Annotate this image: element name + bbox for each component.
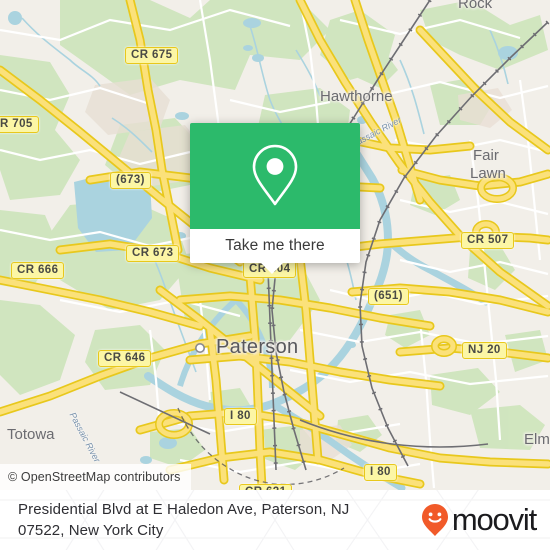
road-shield[interactable]: CR 673 — [126, 245, 180, 262]
road-shield[interactable]: I 80 — [364, 464, 397, 481]
map-screenshot: CR 675 R 705 (673) CR 673 CR 666 CR 507 … — [0, 0, 550, 550]
road-shield[interactable]: R 705 — [0, 116, 39, 133]
road-shield[interactable]: NJ 20 — [462, 342, 507, 359]
road-shield[interactable]: (651) — [368, 288, 409, 305]
road-shield[interactable]: I 80 — [224, 408, 257, 425]
popup-image-area — [190, 123, 360, 229]
road-shield[interactable]: CR 646 — [98, 350, 152, 367]
location-popup-card[interactable]: Take me there — [190, 123, 360, 263]
take-me-there-button[interactable]: Take me there — [190, 229, 360, 263]
road-shield[interactable]: CR 666 — [11, 262, 65, 279]
osm-attribution-text: © OpenStreetMap contributors — [8, 470, 181, 484]
station-address: Presidential Blvd at E Haledon Ave, Pate… — [18, 499, 349, 541]
moovit-pin-smile-icon — [421, 504, 448, 536]
road-shield[interactable]: CR 507 — [461, 232, 515, 249]
moovit-logo[interactable]: moovit — [421, 502, 537, 538]
take-me-there-label: Take me there — [225, 237, 325, 254]
osm-attribution[interactable]: © OpenStreetMap contributors — [0, 464, 191, 490]
footer-bar: Presidential Blvd at E Haledon Ave, Pate… — [0, 490, 550, 550]
address-line-1: Presidential Blvd at E Haledon Ave, Pate… — [18, 501, 350, 518]
road-shield[interactable]: (673) — [110, 172, 151, 189]
road-shield[interactable]: CR 675 — [125, 47, 179, 64]
moovit-wordmark: moovit — [451, 502, 537, 537]
popup-pointer-tail — [261, 263, 283, 274]
map-pin-icon — [252, 144, 298, 206]
address-line-2: 07522, New York City — [18, 522, 164, 539]
